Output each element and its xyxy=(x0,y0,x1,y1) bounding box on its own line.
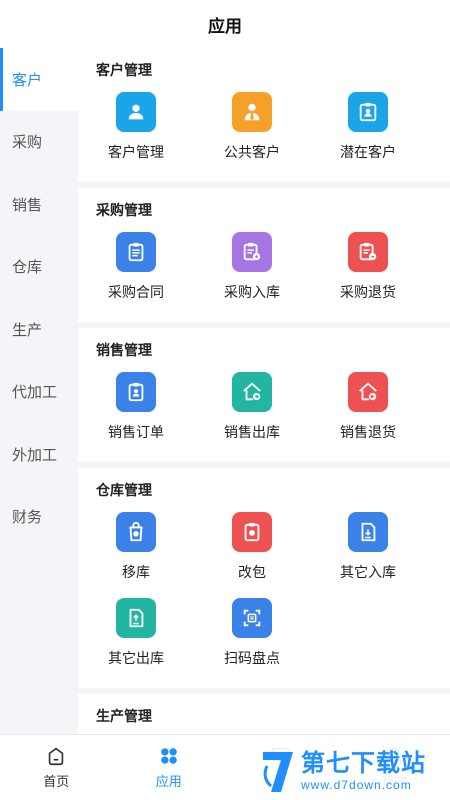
top-bar: 应用 xyxy=(0,0,450,48)
sidebar-item-warehouse[interactable]: 仓库 xyxy=(0,236,78,299)
sidebar-item-label: 客户 xyxy=(12,71,43,89)
app-label: 销售退货 xyxy=(340,424,396,440)
person-tie-icon xyxy=(232,92,272,132)
app-content: 客户管理 客户管理 公共客户 潜在客户 采购管理 采购合同 采购入库 采购退货 … xyxy=(78,48,450,734)
tab-label: 首页 xyxy=(43,774,70,789)
section-title: 销售管理 xyxy=(96,342,152,358)
move-bag-icon xyxy=(116,512,156,552)
house-out-icon xyxy=(232,372,272,412)
clipboard-in-icon xyxy=(232,232,272,272)
section-purchase: 采购管理 采购合同 采购入库 采购退货 xyxy=(78,188,450,322)
apps-icon xyxy=(158,745,180,767)
order-icon xyxy=(116,372,156,412)
app-label: 客户管理 xyxy=(108,144,164,160)
app-label: 销售订单 xyxy=(108,424,164,440)
scan-icon xyxy=(232,598,272,638)
sidebar-item-label: 销售 xyxy=(12,196,43,214)
app-purchase-return[interactable]: 采购退货 xyxy=(310,224,426,310)
app-label: 其它出库 xyxy=(108,650,164,666)
sidebar-item-label: 生产 xyxy=(12,321,43,339)
tab-home[interactable]: 首页 xyxy=(0,735,113,800)
section-warehouse: 仓库管理 移库 改包 其它入库 其它出库 扫码盘点 xyxy=(78,468,450,688)
app-label: 销售出库 xyxy=(224,424,280,440)
app-label: 改包 xyxy=(238,564,266,580)
section-title: 生产管理 xyxy=(96,708,152,724)
clipboard-return-icon xyxy=(348,232,388,272)
app-other-inbound[interactable]: 其它入库 xyxy=(310,504,426,590)
sidebar-item-sales[interactable]: 销售 xyxy=(0,173,78,236)
sidebar-item-label: 外加工 xyxy=(12,446,58,464)
watermark-logo-icon xyxy=(263,752,293,792)
sidebar-item-finance[interactable]: 财务 xyxy=(0,486,78,549)
section-production: 生产管理 xyxy=(78,694,450,734)
sidebar-item-customer[interactable]: 客户 xyxy=(0,48,78,111)
tab-apps[interactable]: 应用 xyxy=(113,735,226,800)
app-label: 公共客户 xyxy=(224,144,280,160)
section-sales: 销售管理 销售订单 销售出库 销售退货 xyxy=(78,328,450,462)
home-icon xyxy=(45,745,67,767)
app-repack[interactable]: 改包 xyxy=(194,504,310,590)
watermark: 第七下载站 www.d7down.com xyxy=(255,742,450,800)
app-other-outbound[interactable]: 其它出库 xyxy=(78,590,194,676)
app-customer-management[interactable]: 客户管理 xyxy=(78,84,194,170)
sidebar-item-label: 代加工 xyxy=(12,384,58,402)
app-potential-customer[interactable]: 潜在客户 xyxy=(310,84,426,170)
app-sales-order[interactable]: 销售订单 xyxy=(78,364,194,450)
house-return-icon xyxy=(348,372,388,412)
sidebar-item-label: 采购 xyxy=(12,134,43,152)
app-label: 采购合同 xyxy=(108,284,164,300)
app-scan-inventory[interactable]: 扫码盘点 xyxy=(194,590,310,676)
sidebar-item-label: 财务 xyxy=(12,509,43,527)
tab-label: 应用 xyxy=(155,774,182,789)
app-label: 其它入库 xyxy=(340,564,396,580)
sidebar-item-oem[interactable]: 代加工 xyxy=(0,361,78,424)
app-purchase-contract[interactable]: 采购合同 xyxy=(78,224,194,310)
person-card-icon xyxy=(348,92,388,132)
category-sidebar: 客户 采购 销售 仓库 生产 代加工 外加工 财务 xyxy=(0,48,78,734)
page-title: 应用 xyxy=(208,16,242,36)
app-sales-outbound[interactable]: 销售出库 xyxy=(194,364,310,450)
app-public-customer[interactable]: 公共客户 xyxy=(194,84,310,170)
app-transfer[interactable]: 移库 xyxy=(78,504,194,590)
stock-out-icon xyxy=(116,598,156,638)
section-title: 采购管理 xyxy=(96,202,152,218)
app-label: 采购退货 xyxy=(340,284,396,300)
sidebar-item-label: 仓库 xyxy=(12,259,43,277)
app-label: 移库 xyxy=(122,564,150,580)
repack-icon xyxy=(232,512,272,552)
sidebar-item-purchase[interactable]: 采购 xyxy=(0,111,78,174)
app-sales-return[interactable]: 销售退货 xyxy=(310,364,426,450)
sidebar-item-production[interactable]: 生产 xyxy=(0,298,78,361)
watermark-url: www.d7down.com xyxy=(301,778,412,792)
section-customer: 客户管理 客户管理 公共客户 潜在客户 xyxy=(78,48,450,182)
sidebar-item-outsourcing[interactable]: 外加工 xyxy=(0,423,78,486)
stock-in-icon xyxy=(348,512,388,552)
watermark-title: 第七下载站 xyxy=(301,750,426,777)
app-label: 潜在客户 xyxy=(340,144,396,160)
person-badge-icon xyxy=(116,92,156,132)
app-label: 扫码盘点 xyxy=(224,650,280,666)
app-purchase-inbound[interactable]: 采购入库 xyxy=(194,224,310,310)
contract-icon xyxy=(116,232,156,272)
app-label: 采购入库 xyxy=(224,284,280,300)
section-title: 仓库管理 xyxy=(96,482,152,498)
section-title: 客户管理 xyxy=(96,62,152,78)
